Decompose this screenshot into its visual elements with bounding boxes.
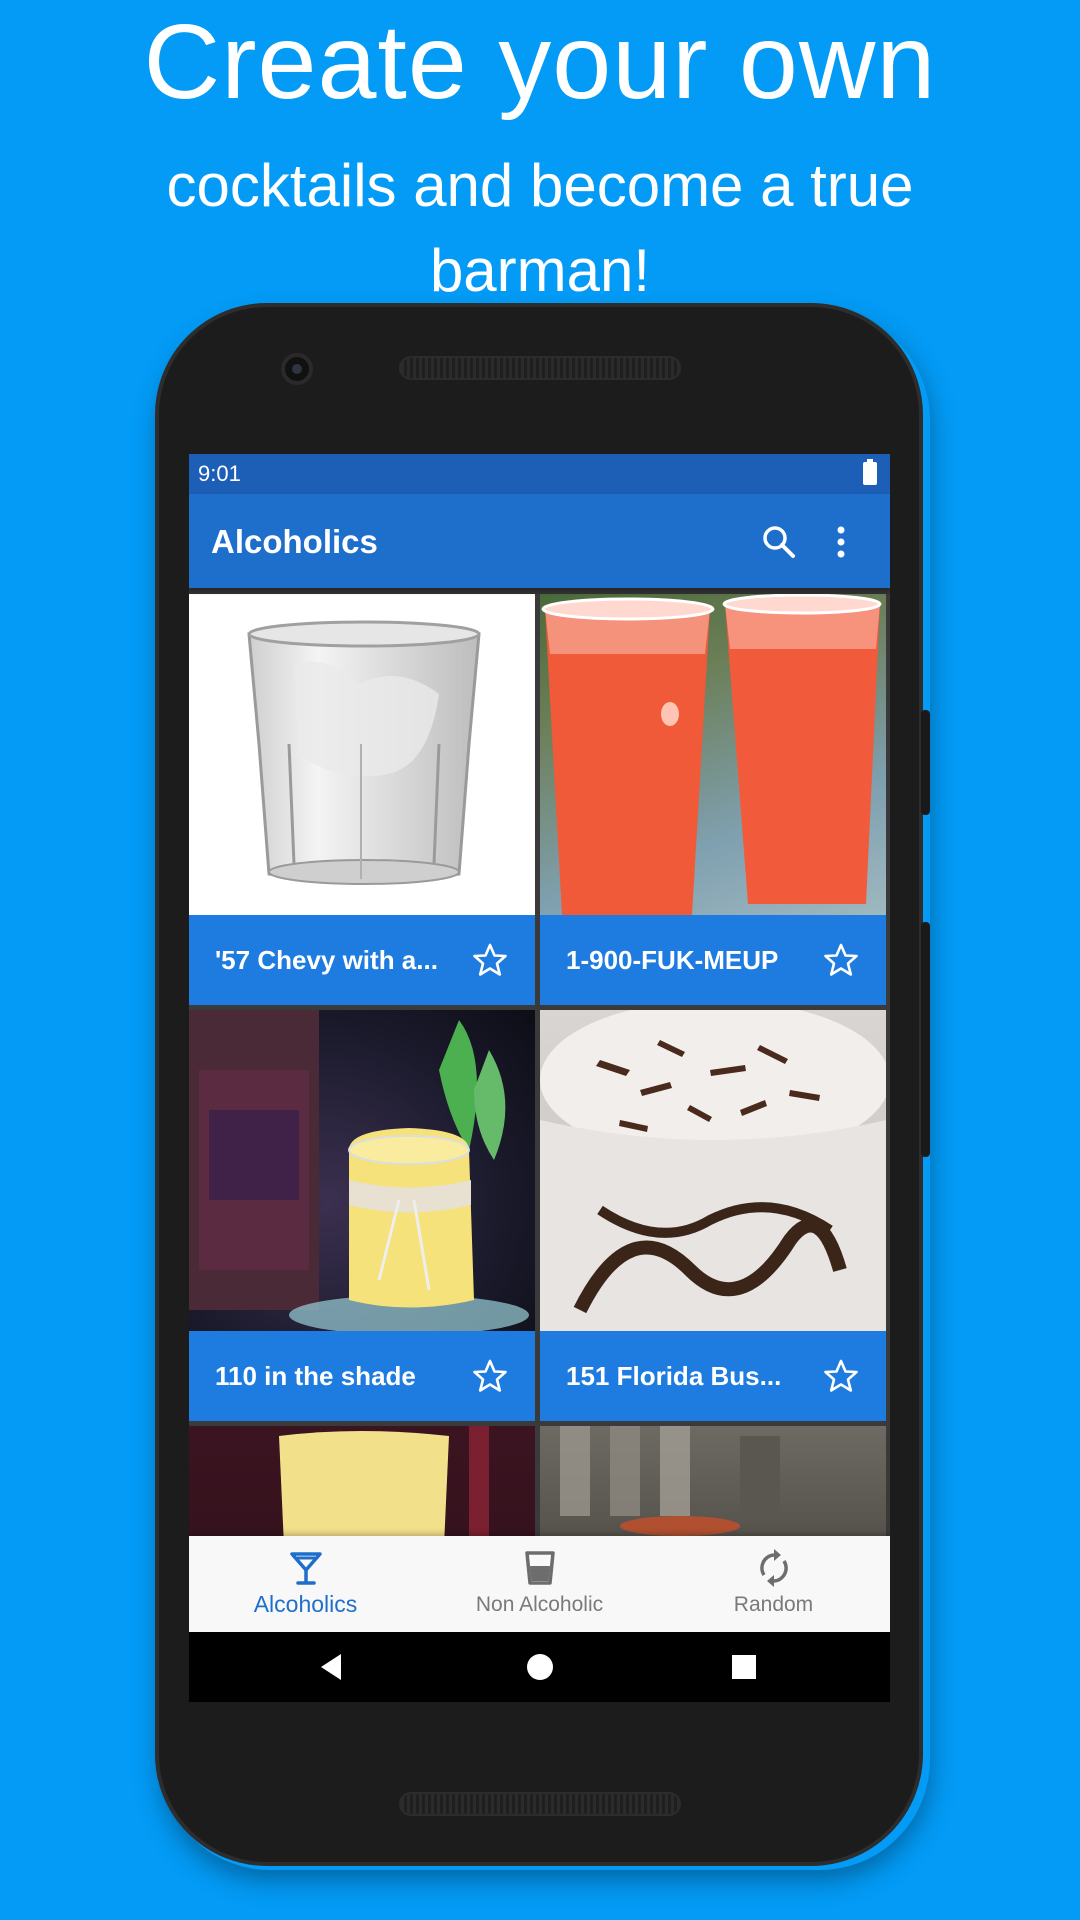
phone-screen: 9:01 Alcoholics '57 Chevy with a... 1-90…	[189, 454, 890, 1702]
nav-item-random[interactable]: Random	[657, 1536, 890, 1632]
tumbler-glass-icon	[525, 1551, 555, 1585]
headline-subtitle: cocktails and become a true barman!	[166, 152, 914, 304]
cocktail-glass-icon	[290, 1552, 322, 1585]
status-bar: 9:01	[189, 454, 890, 494]
cocktail-card[interactable]: 110 in the shade	[189, 1010, 535, 1421]
volume-button	[921, 922, 930, 1157]
refresh-icon	[760, 1549, 788, 1587]
page-title: Alcoholics	[211, 523, 378, 560]
nav-item-alcoholics[interactable]: Alcoholics	[189, 1536, 422, 1632]
system-navigation-bar	[189, 1632, 890, 1702]
headline-title: Create your own	[143, 3, 937, 121]
search-icon[interactable]	[759, 522, 799, 562]
cocktail-card[interactable]: 1-900-FUK-MEUP	[540, 594, 886, 1005]
cocktail-grid: '57 Chevy with a... 1-900-FUK-MEUP 110 i…	[189, 594, 890, 1702]
star-outline-icon[interactable]	[823, 1358, 859, 1394]
nav-label: Non Alcoholic	[475, 1593, 604, 1616]
cocktail-name: 110 in the shade	[215, 1361, 416, 1391]
app-bar: Alcoholics	[189, 494, 890, 588]
cocktail-photo	[189, 594, 535, 915]
cocktail-name: 1-900-FUK-MEUP	[566, 945, 779, 975]
back-triangle-icon[interactable]	[317, 1652, 347, 1682]
cocktail-name: 151 Florida Bus...	[566, 1361, 782, 1391]
status-time: 9:01	[198, 461, 241, 486]
cocktail-photo	[189, 1010, 535, 1335]
home-circle-icon[interactable]	[525, 1652, 555, 1682]
bottom-speaker	[399, 1792, 681, 1816]
cocktail-card[interactable]: 151 Florida Bus...	[540, 1010, 886, 1421]
recents-square-icon[interactable]	[729, 1652, 759, 1682]
power-button	[921, 710, 930, 815]
cocktail-photo	[540, 1010, 886, 1331]
cocktail-photo	[540, 594, 886, 915]
bottom-navigation: Alcoholics Non Alcoholic Random	[189, 1536, 890, 1632]
more-vert-icon[interactable]	[830, 522, 852, 562]
cocktail-card[interactable]: '57 Chevy with a...	[189, 594, 535, 1005]
star-outline-icon[interactable]	[472, 942, 508, 978]
front-camera	[281, 353, 313, 385]
nav-label: Alcoholics	[253, 1591, 358, 1617]
star-outline-icon[interactable]	[472, 1358, 508, 1394]
star-outline-icon[interactable]	[823, 942, 859, 978]
cocktail-caption: 151 Florida Bus...	[540, 1331, 886, 1421]
nav-label: Random	[733, 1593, 814, 1616]
battery-full-icon	[863, 459, 877, 485]
cocktail-caption: '57 Chevy with a...	[189, 915, 535, 1005]
cocktail-name: '57 Chevy with a...	[215, 945, 438, 975]
nav-item-non-alcoholic[interactable]: Non Alcoholic	[423, 1536, 656, 1632]
cocktail-caption: 110 in the shade	[189, 1331, 535, 1421]
top-speaker	[399, 356, 681, 380]
cocktail-caption: 1-900-FUK-MEUP	[540, 915, 886, 1005]
